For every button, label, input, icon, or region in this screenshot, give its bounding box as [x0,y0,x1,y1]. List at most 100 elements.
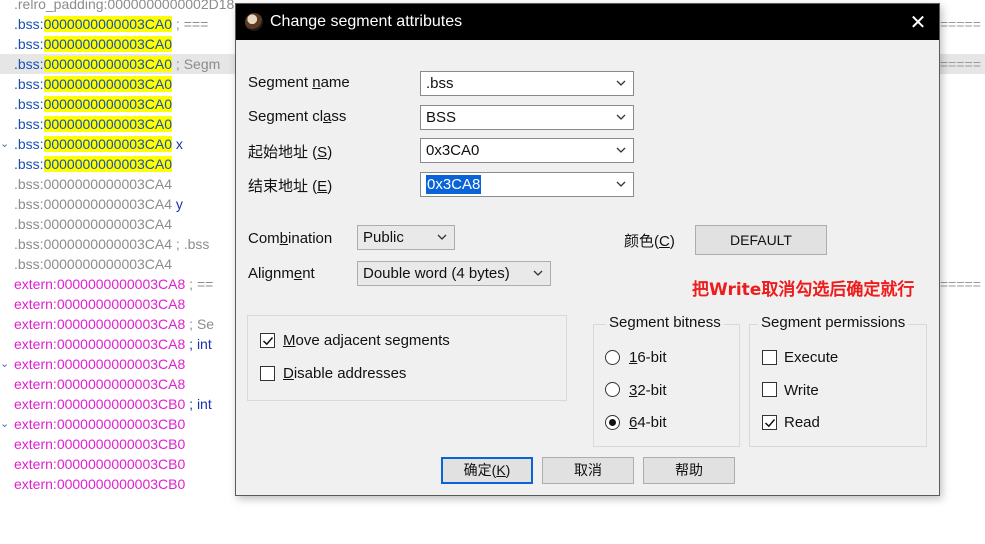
change-segment-attributes-dialog: Change segment attributes ✕ Segment name… [235,3,940,496]
segment-prefix: .bss: [14,76,44,92]
chevron-down-icon[interactable] [436,226,448,249]
read-checkbox[interactable] [762,415,777,430]
read-label[interactable]: Read [784,414,820,431]
radio-16-bit-label[interactable]: 16-bit [629,349,667,366]
radio-64-bit[interactable] [605,415,620,430]
chevron-down-icon[interactable] [615,139,627,162]
combination-value: Public [363,229,404,246]
help-button[interactable]: 帮助 [643,457,735,484]
segment-prefix: .bss: [14,196,44,212]
segment-prefix: extern: [14,276,57,292]
disable-addresses-label[interactable]: Disable addresses [283,365,406,382]
segment-class-combo[interactable]: BSS [420,105,634,130]
segment-prefix: .bss: [14,16,44,32]
listing-line-text: .bss:0000000000003CA4 [14,174,172,194]
execute-label[interactable]: Execute [784,349,838,366]
address: 0000000000003CA0 [43,36,173,52]
segment-prefix: .bss: [14,96,44,112]
start-address-combo[interactable]: 0x3CA0 [420,138,634,163]
combination-select[interactable]: Public [357,225,455,250]
listing-line-text: extern:0000000000003CB0 [14,434,185,454]
listing-line-text: extern:0000000000003CA8 ; Se [14,314,214,334]
address: 0000000000003CA4 [43,216,173,232]
collapse-arrow-icon[interactable]: ⌄ [0,354,12,374]
address: 0000000000003CA4 [43,196,173,212]
address: 0000000000003CB0 [56,416,186,432]
segment-prefix: extern: [14,436,57,452]
app-icon [245,13,263,31]
segment-bitness-title: Segment bitness [606,314,724,331]
line-comment: x [172,136,183,152]
segment-prefix: extern: [14,456,57,472]
dialog-titlebar[interactable]: Change segment attributes ✕ [236,4,939,40]
listing-line-text: extern:0000000000003CA8 ; == [14,274,213,294]
address: 0000000000003CA8 [56,276,186,292]
segment-prefix: extern: [14,396,57,412]
segment-prefix: extern: [14,316,57,332]
end-address-combo[interactable]: 0x3CA8 [420,172,634,197]
listing-line-text: .bss:0000000000003CA0 [14,34,173,54]
annotation-text: 把Write取消勾选后确定就行 [692,280,915,300]
end-address-label: 结束地址 (E) [248,178,333,195]
write-checkbox[interactable] [762,382,777,397]
segment-prefix: .bss: [14,156,44,172]
listing-line-text: extern:0000000000003CB0 [14,454,185,474]
radio-64-bit-label[interactable]: 64-bit [629,414,667,431]
chevron-down-icon[interactable] [615,173,627,196]
segment-prefix: extern: [14,356,57,372]
dialog-title: Change segment attributes [270,13,463,30]
listing-line-text: .bss:0000000000003CA4 ; .bss [14,234,209,254]
move-adjacent-label[interactable]: Move adjacent segments [283,332,450,349]
alignment-label: Alignment [248,265,315,282]
write-label[interactable]: Write [784,382,819,399]
color-default-button[interactable]: DEFAULT [695,225,827,255]
chevron-down-icon[interactable] [532,262,544,285]
ok-button[interactable]: 确定(K) [441,457,533,484]
address: 0000000000003CA8 [56,356,186,372]
segment-prefix: extern: [14,416,57,432]
listing-right-fragment: ===== [940,276,981,292]
radio-32-bit[interactable] [605,382,620,397]
listing-line-text: extern:0000000000003CB0 [14,414,185,434]
options-group [247,315,567,401]
disable-addresses-checkbox[interactable] [260,366,275,381]
address: 0000000000003CA0 [43,16,173,32]
listing-line-text: .bss:0000000000003CA0 [14,154,173,174]
segment-prefix: extern: [14,476,57,492]
line-comment: ; Segm [172,56,221,72]
radio-32-bit-label[interactable]: 32-bit [629,382,667,399]
segment-prefix: .bss: [14,56,44,72]
radio-16-bit[interactable] [605,350,620,365]
alignment-select[interactable]: Double word (4 bytes) [357,261,551,286]
line-comment: ; == [185,276,214,292]
address: 0000000000003CA0 [43,96,173,112]
address: 0000000000003CB0 [56,436,186,452]
address: 0000000000003CA4 [43,176,173,192]
close-icon[interactable]: ✕ [905,10,931,34]
segment-name-combo[interactable]: .bss [420,71,634,96]
execute-checkbox[interactable] [762,350,777,365]
move-adjacent-checkbox[interactable] [260,333,275,348]
segment-name-label: Segment name [248,74,350,91]
address: 0000000000003CA8 [56,336,186,352]
collapse-arrow-icon[interactable]: ⌄ [0,414,12,434]
listing-line-text: .bss:0000000000003CA4 [14,254,172,274]
address: 0000000000003CA4 [43,256,173,272]
segment-permissions-title: Segment permissions [758,314,909,331]
cancel-button[interactable]: 取消 [542,457,634,484]
listing-line-text: .bss:0000000000003CA0 ; === [14,14,208,34]
segment-prefix: .bss: [14,256,44,272]
collapse-arrow-icon[interactable]: ⌄ [0,134,12,154]
segment-class-label: Segment class [248,108,347,125]
listing-line-text: .bss:0000000000003CA0 [14,114,173,134]
start-address-label: 起始地址 (S) [248,144,333,161]
color-label: 颜色(C) [624,233,675,250]
address: 0000000000003CA0 [43,156,173,172]
segment-prefix: .relro_padding: [14,0,108,12]
segment-prefix: extern: [14,296,57,312]
address: 0000000000003CA4 [43,236,173,252]
listing-line-text: .relro_padding:0000000000002D18 [14,0,234,14]
chevron-down-icon[interactable] [615,72,627,95]
line-comment: ; === [172,16,209,32]
chevron-down-icon[interactable] [615,106,627,129]
